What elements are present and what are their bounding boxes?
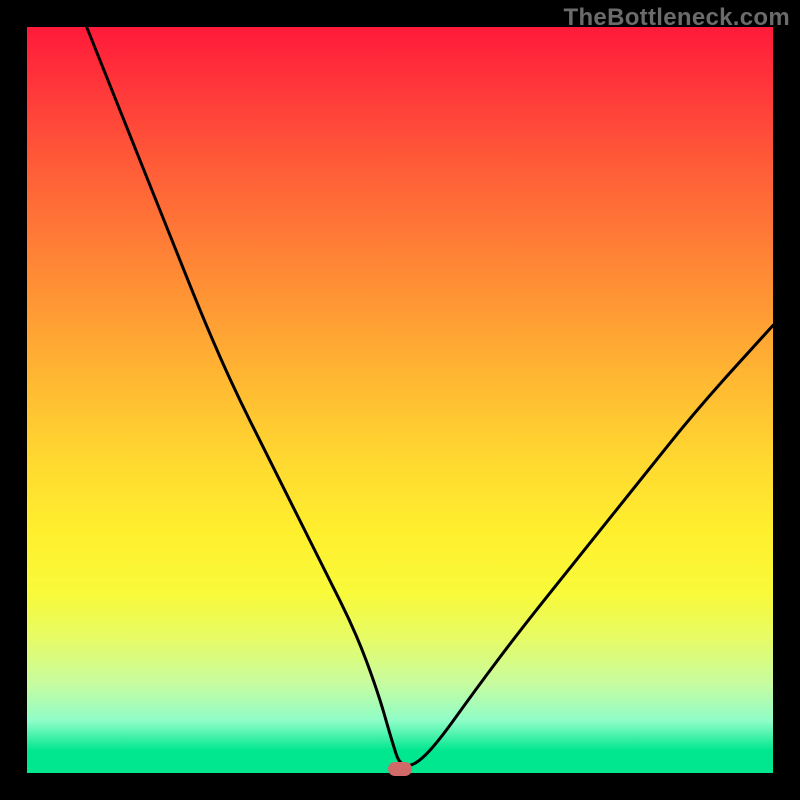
bottleneck-curve [27, 27, 773, 773]
chart-frame: TheBottleneck.com [0, 0, 800, 800]
watermark-text: TheBottleneck.com [564, 4, 790, 32]
curve-path [87, 27, 773, 766]
plot-area [27, 27, 773, 773]
optimal-point-marker [388, 762, 412, 776]
